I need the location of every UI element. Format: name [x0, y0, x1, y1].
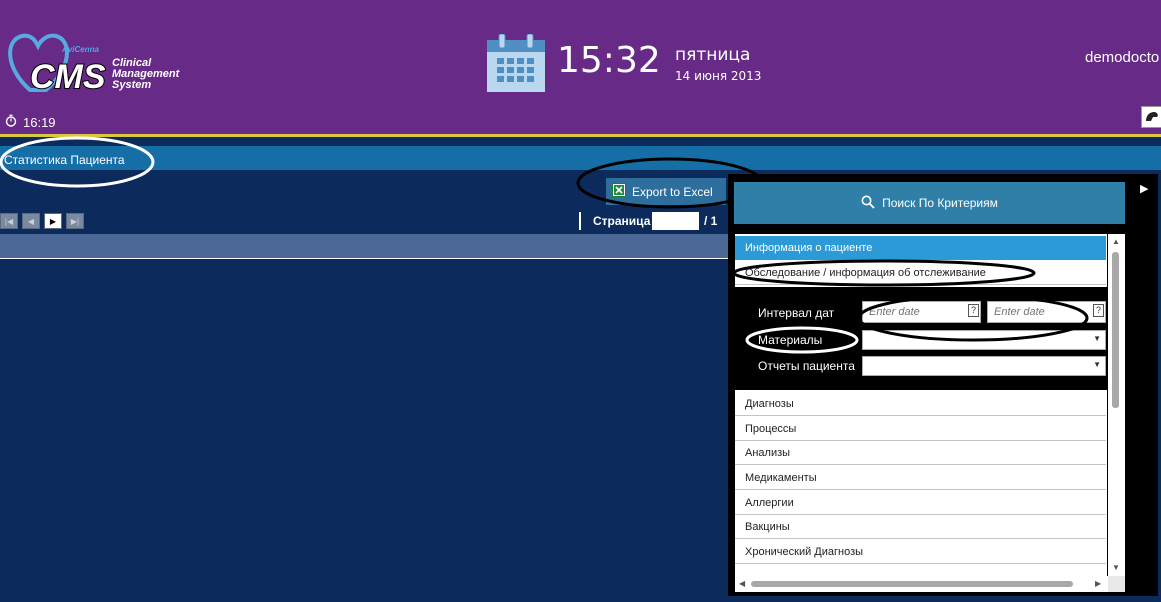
- expand-arrow-icon[interactable]: ▶: [1140, 182, 1148, 195]
- accordion-item-diagnoses[interactable]: Диагнозы: [735, 392, 1106, 416]
- logo-tagline: Clinical Management System: [112, 58, 179, 91]
- scroll-up-icon[interactable]: ▲: [1112, 237, 1120, 246]
- accordion-item-analyses[interactable]: Анализы: [735, 441, 1106, 465]
- date-from-input[interactable]: [862, 301, 981, 323]
- search-icon: [861, 195, 875, 212]
- date-range-label: Интервал дат: [758, 306, 835, 320]
- export-label: Export to Excel: [632, 184, 713, 199]
- calendar-icon[interactable]: ?: [968, 304, 979, 317]
- scroll-left-icon[interactable]: ◀: [739, 579, 745, 588]
- reports-label: Отчеты пациента: [758, 359, 855, 373]
- page-total: / 1: [704, 214, 718, 228]
- scroll-corner: [1108, 576, 1125, 592]
- scroll-down-icon[interactable]: ▼: [1112, 563, 1120, 572]
- search-criteria-label: Поиск По Критериям: [882, 196, 998, 210]
- accordion-item-processes[interactable]: Процессы: [735, 417, 1106, 441]
- grid-divider: [0, 258, 728, 259]
- search-criteria-button[interactable]: Поиск По Критериям: [734, 182, 1125, 224]
- page-label: Страница: [593, 214, 651, 228]
- first-page-button[interactable]: |◀: [0, 213, 18, 229]
- section-bar: [0, 146, 1161, 170]
- accordion-item-allergies[interactable]: Аллергии: [735, 491, 1106, 515]
- export-excel-button[interactable]: Export to Excel: [606, 178, 726, 205]
- section-title: Статистика Пациента: [4, 153, 125, 167]
- user-menu-icon[interactable]: [1141, 106, 1161, 128]
- chevron-down-icon: ▼: [1093, 360, 1101, 369]
- logo-subbrand: AviCenna: [61, 45, 99, 54]
- page-number-input[interactable]: [652, 212, 699, 230]
- pager-divider: [579, 212, 581, 230]
- vertical-scroll-thumb[interactable]: [1112, 252, 1119, 408]
- calendar-icon: [486, 33, 546, 99]
- chevron-down-icon: ▼: [1093, 334, 1101, 343]
- logo-line: System: [112, 79, 152, 91]
- user-name[interactable]: demodocto: [1085, 49, 1159, 66]
- next-page-button[interactable]: ▶: [44, 213, 62, 229]
- session-time: 16:19: [23, 114, 56, 130]
- reports-select[interactable]: ▼: [862, 356, 1106, 376]
- accordion-item-vaccines[interactable]: Вакцины: [735, 515, 1106, 539]
- stopwatch-icon: [5, 114, 17, 130]
- accordion-item-chronic-diagnoses[interactable]: Хронический Диагнозы: [735, 540, 1106, 564]
- accordion-item-medications[interactable]: Медикаменты: [735, 466, 1106, 490]
- last-page-button[interactable]: ▶|: [66, 213, 84, 229]
- current-time: 15:32: [557, 40, 661, 81]
- accordion-item-patient-info[interactable]: Информация о пациенте: [735, 236, 1106, 260]
- horizontal-scroll-thumb[interactable]: [751, 581, 1073, 587]
- logo-brand: CMS: [30, 58, 106, 96]
- materials-label: Материалы: [758, 333, 823, 347]
- current-date: 14 июня 2013: [675, 69, 762, 83]
- current-weekday: пятница: [675, 45, 751, 65]
- accordion-item-examination[interactable]: Обследование / информация об отслеживани…: [735, 261, 1106, 285]
- materials-select[interactable]: ▼: [862, 330, 1106, 350]
- scroll-right-icon[interactable]: ▶: [1095, 579, 1101, 588]
- date-to-input[interactable]: [987, 301, 1106, 323]
- header-divider: [0, 134, 1161, 137]
- excel-icon: [612, 183, 626, 200]
- session-timer: 16:19: [5, 114, 56, 130]
- grid-header: [0, 234, 728, 259]
- calendar-icon[interactable]: ?: [1093, 304, 1104, 317]
- prev-page-button[interactable]: ◀: [22, 213, 40, 229]
